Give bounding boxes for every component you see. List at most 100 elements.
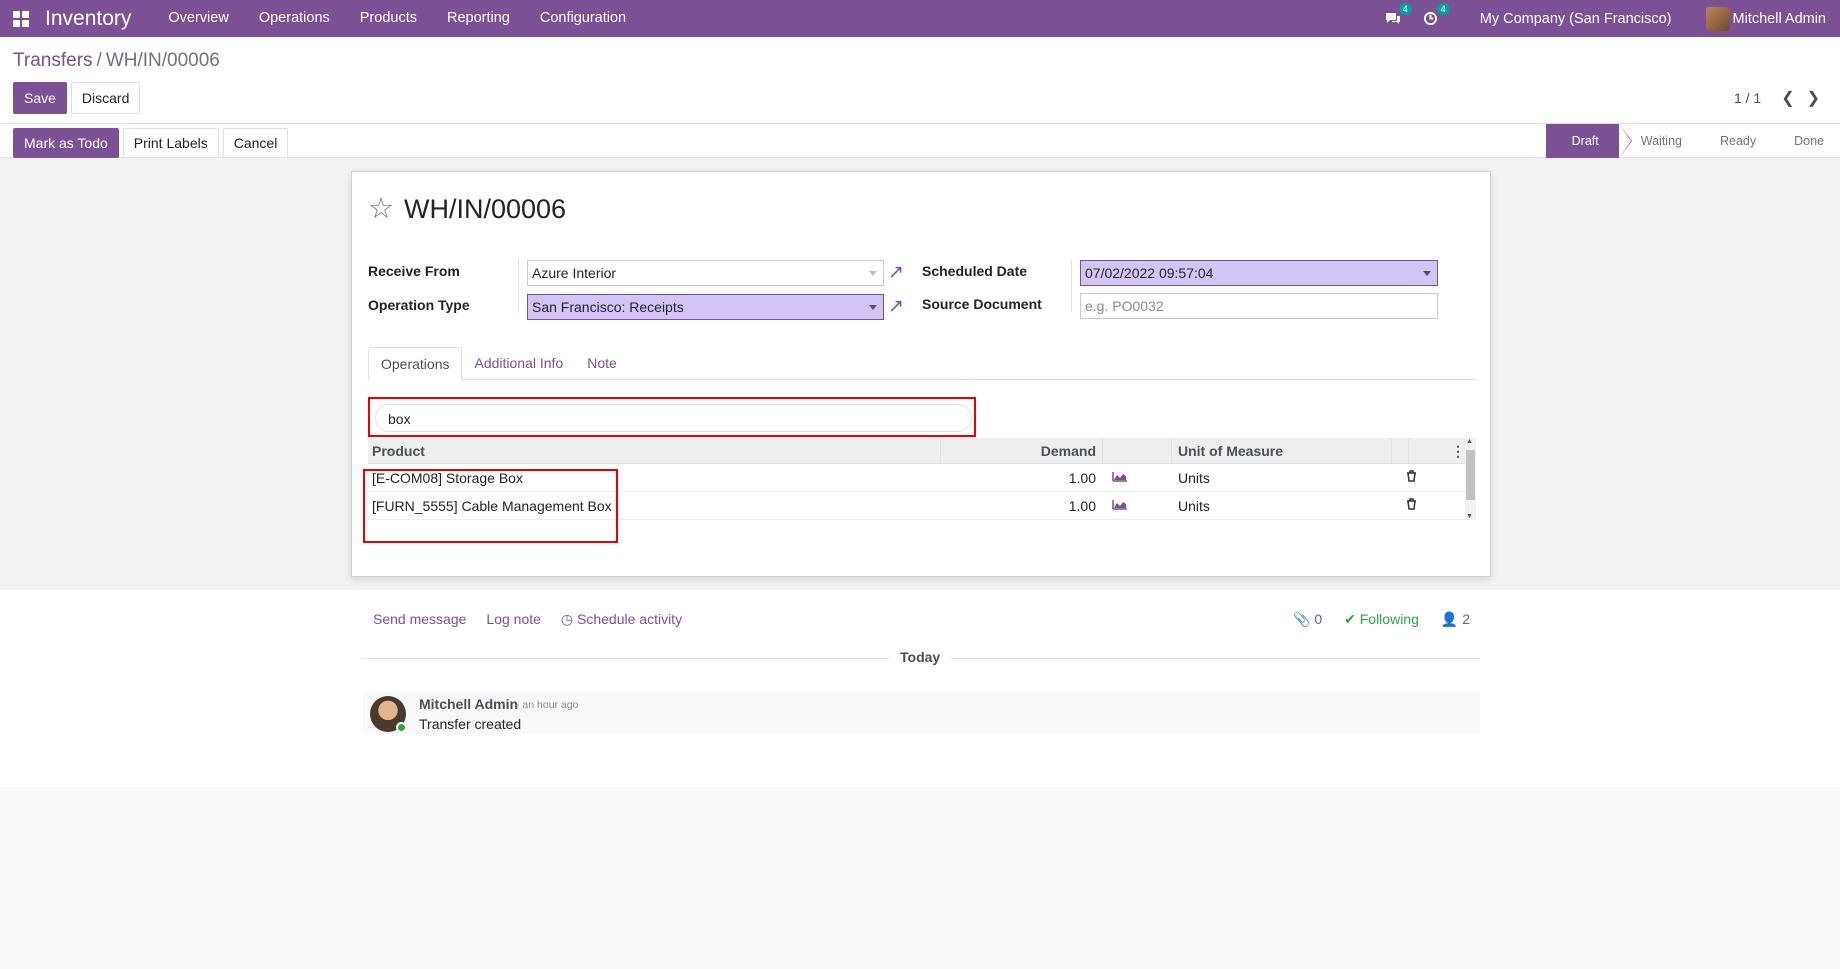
- operation-type-value: San Francisco: Receipts: [532, 299, 684, 315]
- chart-area-icon[interactable]: [1112, 464, 1128, 492]
- tab-operations[interactable]: Operations: [368, 347, 463, 381]
- user-menu[interactable]: Mitchell Admin: [1705, 6, 1826, 31]
- receive-from-value: Azure Interior: [532, 265, 617, 281]
- top-navbar: Inventory Overview Operations Products R…: [0, 0, 1840, 37]
- tab-note[interactable]: Note: [575, 347, 629, 379]
- row-demand[interactable]: 1.00: [950, 492, 1096, 520]
- pager-value[interactable]: 1 / 1: [1734, 90, 1761, 106]
- activities-button[interactable]: 4: [1421, 2, 1450, 29]
- source-document-label: Source Document: [922, 296, 1042, 312]
- tab-additional-info[interactable]: Additional Info: [462, 347, 575, 379]
- external-link-icon[interactable]: ↗: [888, 296, 910, 318]
- divider: [1171, 438, 1172, 464]
- status-bar: Draft Waiting Ready Done: [1545, 124, 1840, 158]
- row-uom[interactable]: Units: [1178, 492, 1210, 520]
- status-ready[interactable]: Ready: [1697, 124, 1772, 158]
- source-document-field[interactable]: e.g. PO0032: [1080, 293, 1438, 319]
- external-link-icon[interactable]: ↗: [888, 262, 910, 284]
- divider: [940, 438, 941, 464]
- followers-button[interactable]: 👤 2: [1441, 611, 1470, 628]
- pager-next-icon[interactable]: ❯: [1807, 88, 1820, 108]
- row-uom[interactable]: Units: [1178, 464, 1210, 492]
- kebab-menu-icon[interactable]: ⋮: [1451, 438, 1465, 464]
- clock-icon: [1424, 11, 1438, 26]
- scrollbar-thumb[interactable]: [1466, 450, 1475, 500]
- send-message-button[interactable]: Send message: [373, 611, 466, 628]
- menu-reporting[interactable]: Reporting: [432, 0, 525, 37]
- chat-icon: [1385, 12, 1400, 24]
- status-done[interactable]: Done: [1772, 124, 1840, 158]
- mark-as-todo-button[interactable]: Mark as Todo: [13, 128, 119, 158]
- search-input[interactable]: box: [375, 404, 972, 432]
- activities-badge: 4: [1436, 2, 1450, 15]
- message-author[interactable]: Mitchell Admin: [419, 696, 518, 712]
- column-product[interactable]: Product: [372, 438, 425, 464]
- schedule-activity-label: Schedule activity: [577, 611, 683, 627]
- message-time: - an hour ago: [516, 699, 579, 711]
- table-scrollbar[interactable]: ▲ ▼: [1465, 438, 1476, 520]
- chevron-down-icon: [1423, 271, 1431, 276]
- menu-products[interactable]: Products: [345, 0, 432, 37]
- star-icon[interactable]: ☆: [368, 195, 394, 224]
- scheduled-date-value: 07/02/2022 09:57:04: [1085, 265, 1214, 281]
- attachments-button[interactable]: 📎 0: [1293, 611, 1322, 628]
- print-labels-button[interactable]: Print Labels: [122, 128, 219, 158]
- date-label: Today: [890, 649, 951, 665]
- following-label: Following: [1359, 611, 1419, 627]
- schedule-activity-button[interactable]: ◷ Schedule activity: [561, 611, 682, 628]
- attachments-count: 0: [1314, 611, 1323, 627]
- chevron-down-icon: [869, 305, 877, 310]
- discard-button[interactable]: Discard: [70, 82, 141, 114]
- message-body: Transfer created: [419, 716, 522, 732]
- source-document-placeholder: e.g. PO0032: [1085, 298, 1164, 314]
- breadcrumb-transfers-link[interactable]: Transfers: [13, 50, 93, 71]
- log-note-button[interactable]: Log note: [486, 611, 541, 628]
- breadcrumb-current: WH/IN/00006: [105, 50, 220, 71]
- app-title[interactable]: Inventory: [45, 7, 131, 31]
- cancel-button[interactable]: Cancel: [222, 128, 289, 158]
- company-switcher[interactable]: My Company (San Francisco): [1480, 11, 1672, 27]
- receive-from-field[interactable]: Azure Interior: [527, 260, 884, 286]
- breadcrumb: Transfers / WH/IN/00006: [13, 50, 220, 72]
- avatar: [1705, 6, 1730, 31]
- paperclip-icon: 📎: [1292, 611, 1311, 627]
- products-highlight: [363, 469, 618, 543]
- divider: [1408, 438, 1409, 464]
- divider: [1391, 438, 1392, 464]
- chatter-message: Mitchell Admin - an hour ago Transfer cr…: [363, 692, 1480, 734]
- scroll-down-icon[interactable]: ▼: [1466, 513, 1473, 520]
- receive-from-label: Receive From: [368, 263, 460, 279]
- trash-icon[interactable]: [1406, 492, 1417, 520]
- avatar[interactable]: [370, 696, 407, 733]
- menu-operations[interactable]: Operations: [244, 0, 345, 37]
- user-name: Mitchell Admin: [1732, 10, 1826, 27]
- breadcrumb-separator: /: [96, 50, 102, 71]
- column-uom[interactable]: Unit of Measure: [1178, 438, 1283, 464]
- messages-badge: 4: [1398, 2, 1412, 15]
- pager-previous-icon[interactable]: ❮: [1781, 88, 1794, 108]
- apps-grid-icon[interactable]: [0, 0, 42, 37]
- operation-type-field[interactable]: San Francisco: Receipts: [527, 294, 884, 320]
- messages-button[interactable]: 4: [1383, 2, 1412, 29]
- status-draft[interactable]: Draft: [1545, 124, 1632, 158]
- user-icon: 👤: [1440, 611, 1459, 627]
- menu-overview[interactable]: Overview: [153, 0, 243, 37]
- save-button[interactable]: Save: [13, 82, 67, 114]
- pager: 1 / 1 ❮ ❯: [1734, 88, 1820, 108]
- trash-icon[interactable]: [1406, 464, 1417, 492]
- form-sheet: ☆ WH/IN/00006 Receive From Azure Interio…: [351, 171, 1491, 577]
- chart-area-icon[interactable]: [1112, 492, 1128, 520]
- check-icon: ✔: [1344, 611, 1356, 627]
- clock-icon: ◷: [560, 611, 574, 627]
- scheduled-date-field[interactable]: 07/02/2022 09:57:04: [1080, 260, 1438, 286]
- menu-configuration[interactable]: Configuration: [525, 0, 641, 37]
- scroll-up-icon[interactable]: ▲: [1466, 438, 1473, 445]
- notebook-tabs: Operations Additional Info Note: [368, 347, 1476, 381]
- control-panel: Transfers / WH/IN/00006 Save Discard 1 / 1…: [0, 37, 1840, 158]
- divider: [1102, 438, 1103, 464]
- status-waiting[interactable]: Waiting: [1618, 124, 1698, 158]
- chevron-down-icon: [869, 271, 877, 276]
- row-demand[interactable]: 1.00: [950, 464, 1096, 492]
- following-button[interactable]: ✔ Following: [1344, 611, 1419, 628]
- column-demand[interactable]: Demand: [950, 438, 1096, 464]
